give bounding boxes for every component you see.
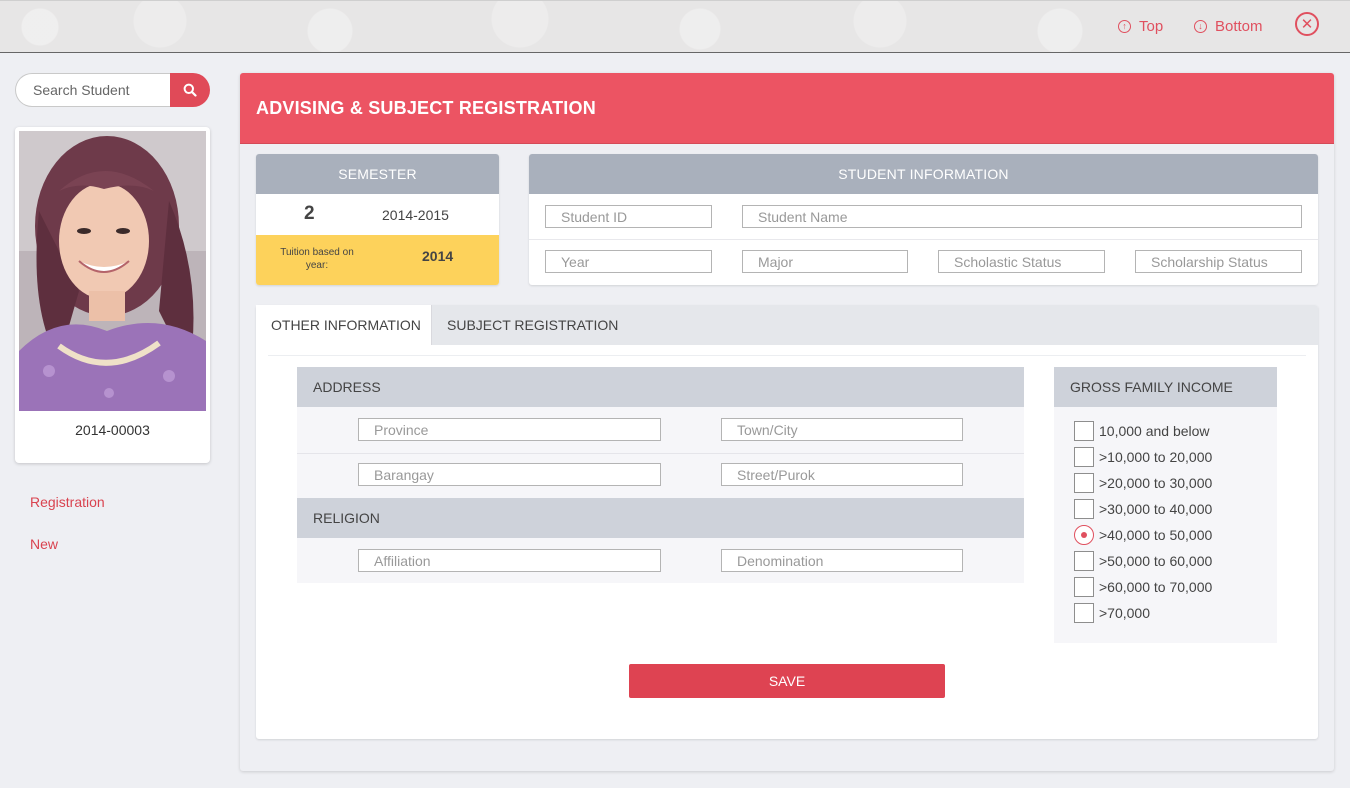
tab-bar: OTHER INFORMATION SUBJECT REGISTRATION (256, 305, 1318, 345)
arrow-down-circle-icon: ↓ (1194, 20, 1207, 33)
semester-header: SEMESTER (256, 154, 499, 194)
page-header: ADVISING & SUBJECT REGISTRATION (240, 73, 1334, 144)
income-option[interactable]: >10,000 to 20,000 (1074, 447, 1212, 467)
income-option-label: >20,000 to 30,000 (1099, 475, 1213, 491)
divider (529, 239, 1318, 240)
denomination-field[interactable] (721, 549, 963, 572)
student-photo (19, 131, 206, 411)
semester-card: SEMESTER 2 2014-2015 Tuition based on ye… (256, 154, 499, 285)
sidebar-link-new[interactable]: New (30, 536, 58, 552)
page-title: ADVISING & SUBJECT REGISTRATION (256, 98, 596, 118)
tab-other-information[interactable]: OTHER INFORMATION (256, 305, 432, 345)
checkbox[interactable] (1074, 421, 1094, 441)
income-option-label: >40,000 to 50,000 (1099, 527, 1213, 543)
divider (268, 355, 1306, 356)
checkbox[interactable] (1074, 473, 1094, 493)
search-button[interactable] (170, 73, 210, 107)
student-name-field[interactable] (742, 205, 1302, 228)
main-panel: ADVISING & SUBJECT REGISTRATION SEMESTER… (240, 73, 1334, 771)
income-option-selected[interactable]: >40,000 to 50,000 (1074, 525, 1212, 545)
school-year: 2014-2015 (382, 207, 449, 223)
search-icon (183, 83, 197, 97)
checkbox[interactable] (1074, 577, 1094, 597)
income-header: GROSS FAMILY INCOME (1054, 367, 1277, 407)
income-option-label: >10,000 to 20,000 (1099, 449, 1213, 465)
income-option[interactable]: 10,000 and below (1074, 421, 1210, 441)
tuition-row: Tuition based on year: 2014 (256, 235, 499, 285)
street-purok-field[interactable] (721, 463, 963, 486)
gross-family-income-section: GROSS FAMILY INCOME 10,000 and below >10… (1054, 367, 1277, 643)
radio-selected[interactable] (1074, 525, 1094, 545)
close-circle-icon[interactable]: ✕ (1295, 12, 1319, 36)
checkbox[interactable] (1074, 551, 1094, 571)
address-religion-section: ADDRESS RELIGION (297, 367, 1024, 583)
top-bar: ↑ Top ↓ Bottom ✕ (0, 0, 1350, 53)
semester-row: 2 2014-2015 (256, 194, 499, 235)
province-field[interactable] (358, 418, 661, 441)
address-header: ADDRESS (297, 367, 1024, 407)
student-number: 2014-00003 (75, 422, 150, 438)
income-option-label: 10,000 and below (1099, 423, 1210, 439)
checkbox[interactable] (1074, 447, 1094, 467)
income-option[interactable]: >60,000 to 70,000 (1074, 577, 1212, 597)
search-input[interactable] (15, 73, 173, 107)
arrow-up-circle-icon: ↑ (1118, 20, 1131, 33)
student-id-field[interactable] (545, 205, 712, 228)
income-option-label: >60,000 to 70,000 (1099, 579, 1213, 595)
affiliation-field[interactable] (358, 549, 661, 572)
income-option[interactable]: >70,000 (1074, 603, 1150, 623)
student-search (15, 73, 210, 107)
income-option[interactable]: >50,000 to 60,000 (1074, 551, 1212, 571)
checkbox[interactable] (1074, 603, 1094, 623)
save-button[interactable]: SAVE (629, 664, 945, 698)
tab-panel: OTHER INFORMATION SUBJECT REGISTRATION A… (256, 305, 1318, 739)
income-option-label: >50,000 to 60,000 (1099, 553, 1213, 569)
sidebar-link-registration[interactable]: Registration (30, 494, 105, 510)
tab-subject-registration[interactable]: SUBJECT REGISTRATION (432, 305, 622, 345)
income-option-label: >70,000 (1099, 605, 1150, 621)
religion-header: RELIGION (297, 498, 1024, 538)
tuition-label: Tuition based on year: (280, 247, 354, 271)
checkbox[interactable] (1074, 499, 1094, 519)
income-option-label: >30,000 to 40,000 (1099, 501, 1213, 517)
town-city-field[interactable] (721, 418, 963, 441)
barangay-field[interactable] (358, 463, 661, 486)
bottom-link-label: Bottom (1215, 18, 1263, 35)
scholarship-status-field[interactable] (1135, 250, 1302, 273)
income-option[interactable]: >30,000 to 40,000 (1074, 499, 1212, 519)
student-profile-card: 2014-00003 (15, 127, 210, 463)
scholastic-status-field[interactable] (938, 250, 1105, 273)
divider (297, 453, 1024, 454)
semester-number: 2 (304, 203, 315, 224)
income-option[interactable]: >20,000 to 30,000 (1074, 473, 1212, 493)
tab-label: SUBJECT REGISTRATION (447, 317, 619, 333)
student-information-header: STUDENT INFORMATION (529, 154, 1318, 194)
top-link[interactable]: ↑ Top (1118, 18, 1163, 35)
student-information-card: STUDENT INFORMATION (529, 154, 1318, 285)
year-field[interactable] (545, 250, 712, 273)
tuition-year: 2014 (422, 248, 454, 264)
major-field[interactable] (742, 250, 908, 273)
top-link-label: Top (1139, 18, 1164, 35)
bottom-link[interactable]: ↓ Bottom (1194, 18, 1263, 35)
tab-label: OTHER INFORMATION (271, 317, 421, 333)
